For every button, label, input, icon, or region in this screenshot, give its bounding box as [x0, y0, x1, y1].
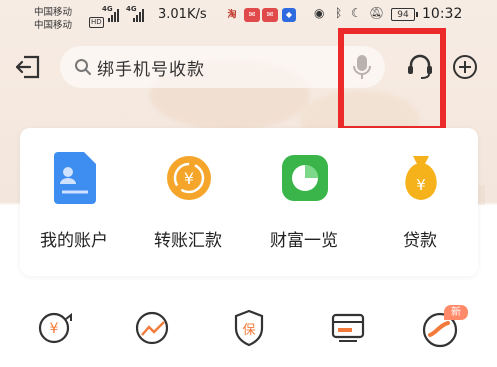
svg-text:¥: ¥ — [416, 176, 426, 194]
insurance-icon[interactable]: 保 — [226, 305, 272, 351]
moon-icon: ☾ — [351, 6, 362, 20]
feature-label: 转账汇款 — [154, 231, 222, 251]
add-icon[interactable] — [452, 54, 478, 80]
hd-badge: HD — [89, 17, 104, 28]
bluetooth-icon: ᛒ — [335, 6, 343, 20]
battery-icon: 94 — [391, 8, 418, 21]
app-notification-icon: ✉ — [262, 8, 278, 22]
search-placeholder[interactable]: 绑手机号收款 — [97, 55, 205, 80]
trend-icon[interactable] — [130, 305, 176, 351]
network-speed: 3.01K/s — [158, 7, 207, 22]
highlight-annotation-box — [338, 28, 446, 132]
transfer-icon: ¥ — [167, 156, 211, 200]
carrier-2: 中国移动 — [34, 20, 73, 31]
svg-text:¥: ¥ — [50, 321, 59, 337]
yuan-circle-icon[interactable]: ¥ — [33, 305, 79, 351]
wealth-icon — [282, 155, 328, 201]
svg-text:保: 保 — [242, 323, 255, 338]
signal-icon — [133, 8, 144, 22]
app-notification-icon: ✉ — [244, 8, 260, 22]
card-icon[interactable] — [325, 305, 371, 351]
app-notification-icon: ◆ — [282, 8, 296, 22]
signal-icon — [108, 8, 119, 22]
mute-icon: 🔕︎ — [369, 6, 385, 20]
new-badge: 新 — [444, 305, 468, 320]
feature-label: 我的账户 — [40, 231, 108, 251]
taobao-notification-icon: 淘 — [227, 10, 237, 20]
feature-label: 财富一览 — [270, 231, 338, 251]
svg-text:¥: ¥ — [184, 169, 194, 188]
account-icon — [54, 152, 96, 204]
back-icon[interactable] — [14, 53, 42, 81]
status-clock: 10:32 — [422, 6, 463, 22]
feature-label: 贷款 — [403, 231, 437, 251]
carrier-1: 中国移动 — [34, 7, 73, 18]
eye-icon: ◉ — [314, 6, 325, 20]
search-icon — [75, 59, 91, 75]
loan-icon: ¥ — [405, 156, 437, 200]
